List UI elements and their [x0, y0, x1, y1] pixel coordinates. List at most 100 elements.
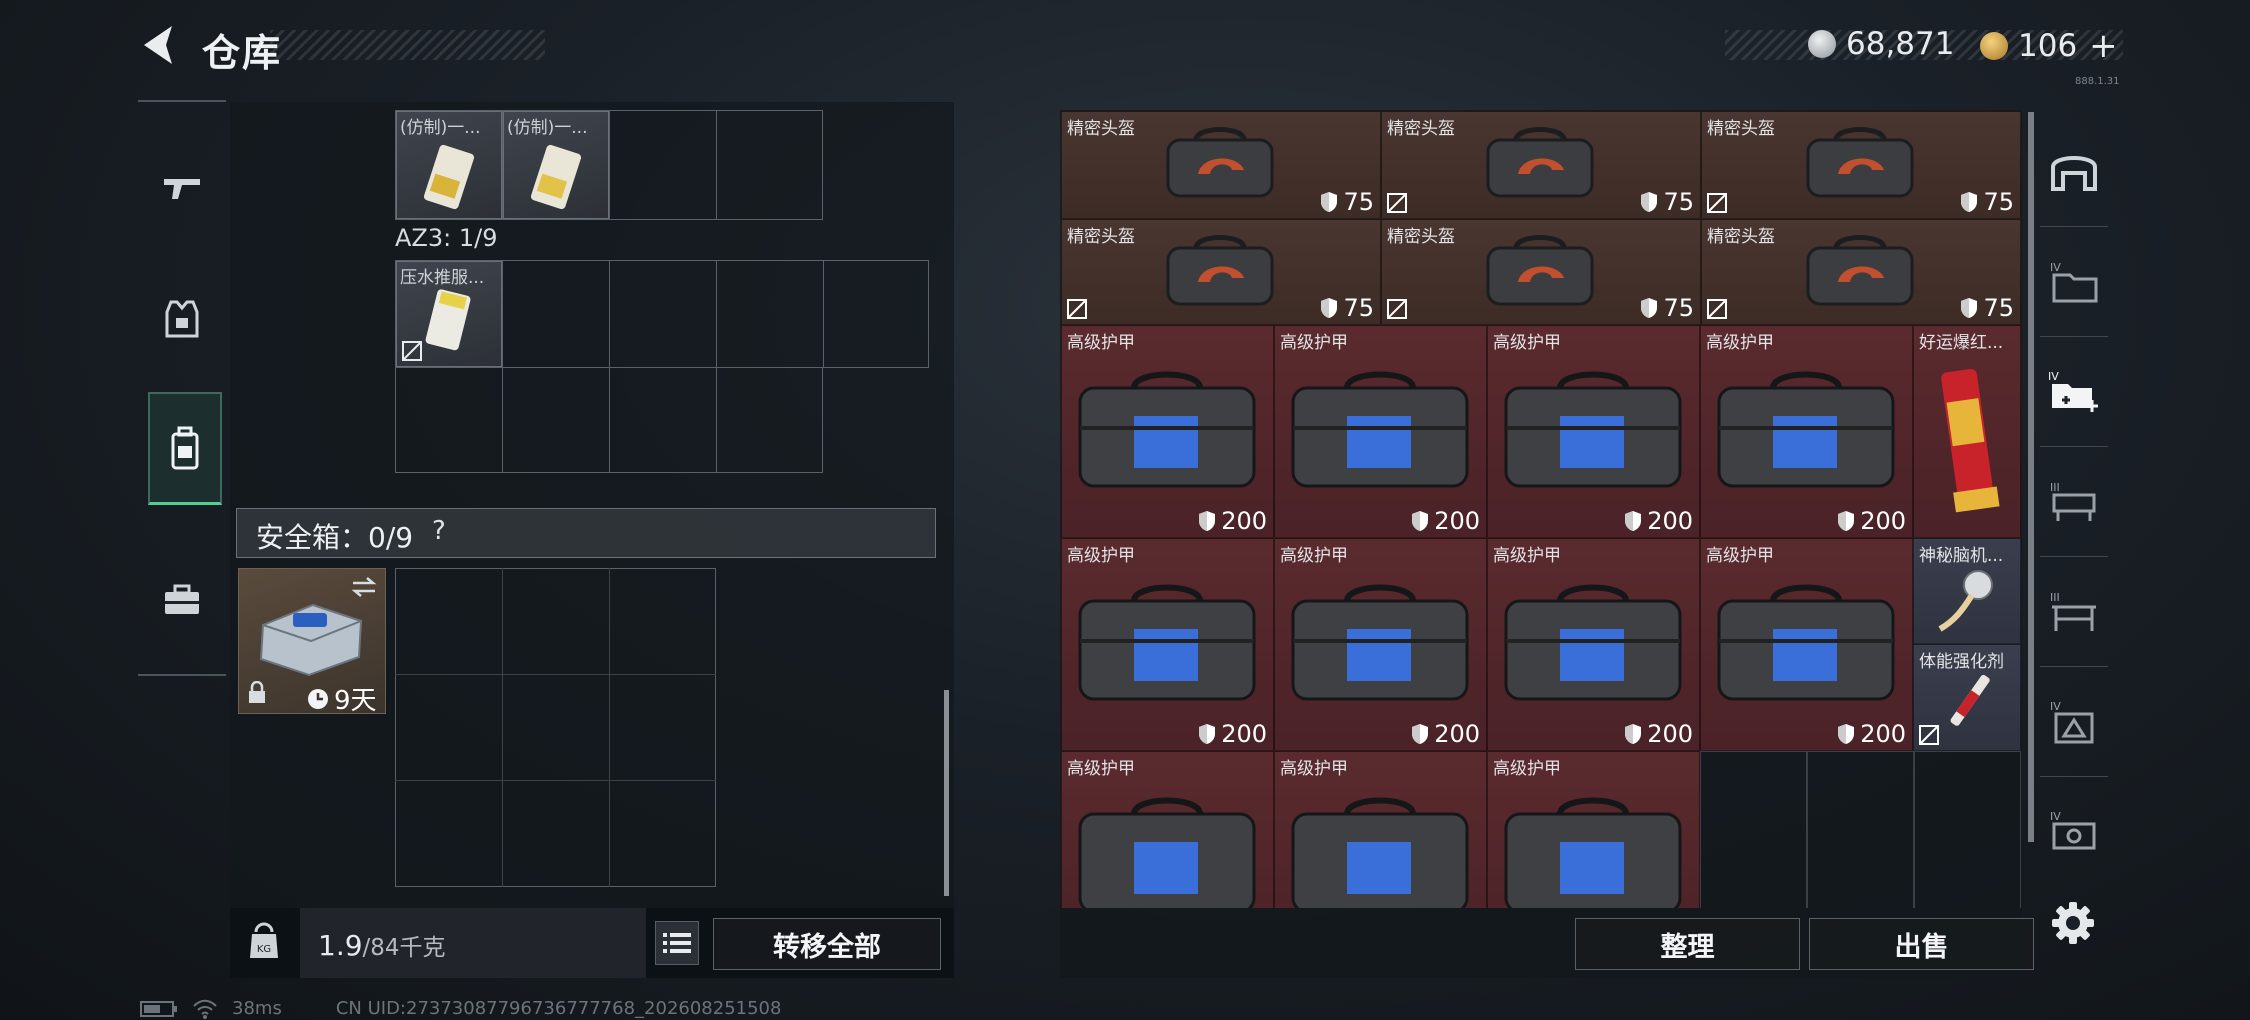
sell-button[interactable]: 出售 [1809, 918, 2034, 970]
silver-coin-icon [1808, 30, 1836, 58]
storage-item-firecracker[interactable]: 好运爆红... [1913, 325, 2021, 538]
craft-bench-icon: III [2050, 481, 2096, 521]
helmet-bag-icon [1166, 235, 1274, 306]
grid-line [716, 260, 717, 473]
storage-item-armor[interactable]: 高级护甲 [1487, 751, 1700, 908]
nav-medical-station[interactable]: IV [2040, 666, 2108, 777]
durability-value: 200 [1221, 507, 1267, 535]
storage-item-stamina-booster[interactable]: 体能强化剂 [1913, 644, 2021, 751]
item-name: (仿制)一... [400, 118, 481, 138]
shield-icon [1625, 724, 1642, 744]
storage-item-helmet[interactable]: 精密头盔 75 [1701, 111, 2021, 219]
nav-generator[interactable]: IV [2040, 776, 2108, 886]
toolbox-icon [165, 584, 199, 614]
gear-icon[interactable] [2050, 900, 2096, 946]
item-name: 高级护甲 [1067, 546, 1135, 566]
durability: 200 [1837, 720, 1906, 748]
storage-scrollbar[interactable] [2028, 112, 2034, 842]
storage-item-armor[interactable]: 高级护甲 [1061, 751, 1274, 908]
tier-text: III [2050, 591, 2060, 604]
storage-item-brain-chip[interactable]: 神秘脑机... [1913, 538, 2021, 644]
back-arrow-icon[interactable] [138, 22, 178, 68]
durability: 75 [1320, 188, 1374, 216]
grid-line [823, 260, 824, 368]
storage-item-armor[interactable]: 高级护甲 200 [1061, 538, 1274, 751]
armor-bag-icon [1078, 371, 1256, 488]
no-trade-icon [1067, 299, 1087, 319]
add-currency-button[interactable]: + [2089, 26, 2118, 66]
tier-text: IV [2048, 370, 2059, 383]
no-trade-icon [1707, 299, 1727, 319]
syringe-icon [1950, 674, 1990, 726]
storage-item-helmet[interactable]: 精密头盔 75 [1381, 111, 1701, 219]
rental-time-remaining: 9天 [306, 680, 377, 717]
help-button[interactable]: ? [432, 516, 446, 546]
nav-storage-add[interactable]: IV [2040, 336, 2108, 447]
organize-button[interactable]: 整理 [1575, 918, 1800, 970]
nav-craft-bench[interactable]: III [2040, 446, 2108, 557]
storage-item-helmet[interactable]: 精密头盔 75 [1701, 219, 2021, 325]
nav-storage[interactable]: IV [2040, 226, 2108, 337]
armor-vest-icon [165, 300, 199, 338]
no-trade-icon [1919, 725, 1939, 745]
item-name: 压水推服... [400, 268, 485, 288]
empty-slot[interactable] [1807, 751, 1914, 908]
tier-text: IV [2050, 700, 2061, 713]
nav-bunker[interactable] [2040, 116, 2108, 227]
grid-line [395, 780, 716, 781]
silver-amount: 68,871 [1846, 26, 1955, 62]
shield-icon [1838, 511, 1855, 531]
uid-text: CN UID:27373087796736777768_202608251508 [335, 998, 782, 1019]
storage-item-armor[interactable]: 高级护甲 200 [1061, 325, 1274, 538]
storage-item-helmet[interactable]: 精密头盔 75 [1061, 219, 1381, 325]
workbench-icon: III [2050, 591, 2096, 631]
item-name: 精密头盔 [1387, 227, 1455, 247]
safe-case-icon [259, 603, 363, 677]
empty-slot[interactable] [1914, 751, 2021, 908]
item-name: 好运爆红... [1919, 333, 2004, 353]
nav-workbench[interactable]: III [2040, 556, 2108, 667]
list-view-button[interactable] [655, 921, 699, 965]
storage-item-armor[interactable]: 高级护甲 200 [1487, 538, 1700, 751]
storage-item-helmet[interactable]: 精密头盔 75 [1061, 111, 1381, 219]
item-name: 高级护甲 [1706, 546, 1774, 566]
gold-coin-icon [1980, 32, 2008, 60]
inventory-item[interactable]: (仿制)一... [396, 111, 502, 219]
days-text: 9天 [334, 686, 377, 716]
brain-chip-icon [1938, 570, 1993, 632]
empty-slot[interactable] [1700, 751, 1807, 908]
generator-icon: IV [2050, 810, 2096, 850]
nav-weapons[interactable] [138, 134, 226, 242]
storage-item-helmet[interactable]: 精密头盔 75 [1381, 219, 1701, 325]
storage-item-armor[interactable]: 高级护甲 200 [1274, 325, 1487, 538]
storage-item-armor[interactable]: 高级护甲 200 [1274, 538, 1487, 751]
no-trade-icon [402, 341, 422, 361]
inventory-item[interactable]: (仿制)一... [503, 111, 609, 219]
tier-text: IV [2050, 261, 2061, 274]
nav-toolbox[interactable] [138, 546, 226, 654]
grid-line [502, 568, 503, 887]
durability-value: 75 [1663, 188, 1694, 216]
storage-add-icon: IV [2048, 370, 2098, 412]
shield-icon [1199, 511, 1216, 531]
storage-folder-icon: IV [2050, 261, 2098, 303]
durability: 200 [1198, 720, 1267, 748]
storage-item-armor[interactable]: 高级护甲 200 [1700, 325, 1913, 538]
durability: 75 [1960, 188, 2014, 216]
armor-bag-icon [1717, 371, 1895, 488]
durability-value: 200 [1647, 507, 1693, 535]
left-scrollbar[interactable] [944, 690, 949, 896]
durability-value: 200 [1860, 720, 1906, 748]
status-bar: 38ms CN UID:27373087796736777768_2026082… [140, 998, 781, 1019]
item-name: 精密头盔 [1707, 227, 1775, 247]
nav-armor[interactable] [138, 264, 226, 372]
armor-bag-icon [1717, 584, 1895, 701]
storage-item-armor[interactable]: 高级护甲 200 [1700, 538, 1913, 751]
currency-gold[interactable]: 106 + [1980, 26, 2118, 66]
storage-item-armor[interactable]: 高级护甲 200 [1487, 325, 1700, 538]
nav-backpack[interactable] [148, 392, 222, 505]
swap-icon[interactable] [349, 575, 379, 599]
transfer-all-button[interactable]: 转移全部 [713, 918, 941, 970]
inventory-item[interactable]: 压水推服... [396, 261, 502, 367]
storage-item-armor[interactable]: 高级护甲 [1274, 751, 1487, 908]
